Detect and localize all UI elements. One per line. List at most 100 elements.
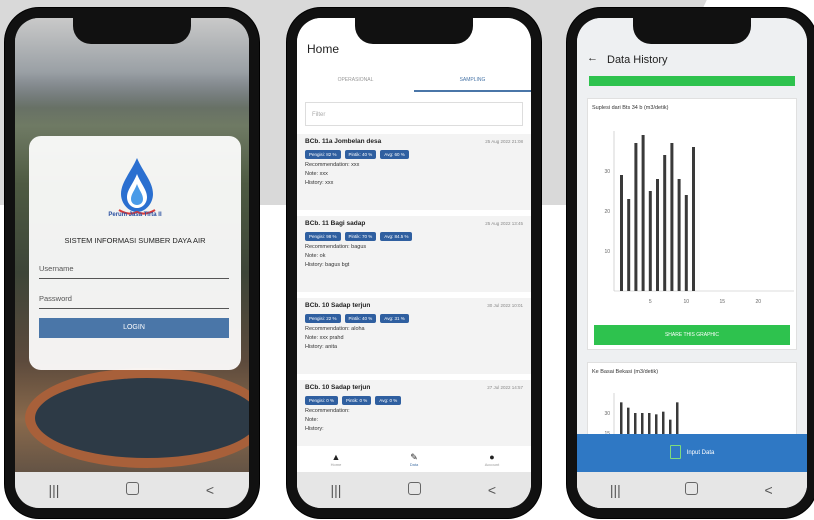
- page-title: Data History: [607, 54, 668, 66]
- filter-input[interactable]: Filter: [305, 102, 523, 126]
- chart-card-suplesi: Suplesi dari Bts 34 b (m3/detik) 10 20 30 5…: [587, 98, 797, 350]
- card-history: History: bagus bgt: [305, 262, 350, 268]
- card-recommendation: Recommendation: aloha: [305, 326, 365, 332]
- card-history: History:: [305, 426, 324, 432]
- status-badge: Pengisi: 82 %: [305, 150, 341, 159]
- card-date: 30 Jul 2022 10:01: [487, 303, 523, 308]
- home-phone: Home OPERASIONAL SAMPLING Filter BCb. 11…: [287, 8, 541, 518]
- x-tick-label: 5: [649, 299, 652, 305]
- card-recommendation: Recommendation: xxx: [305, 162, 360, 168]
- card-date: 27 Jul 2022 14:57: [487, 385, 523, 390]
- status-badge: Pintik: 40 %: [344, 314, 377, 323]
- login-phone: Perum Jasa Tirta II SISTEM INFORMASI SUM…: [5, 8, 259, 518]
- card-recommendation: Recommendation: bagus: [305, 244, 367, 250]
- login-card: Perum Jasa Tirta II SISTEM INFORMASI SUM…: [29, 136, 241, 370]
- password-field[interactable]: Password: [39, 292, 229, 309]
- card-history: History: xxx: [305, 180, 334, 186]
- brand-name: Perum Jasa Tirta II: [108, 212, 162, 218]
- pencil-icon: ✎: [410, 451, 418, 462]
- y-tick-label: 10: [604, 249, 610, 255]
- home-screen: Home OPERASIONAL SAMPLING Filter BCb. 11…: [297, 18, 531, 508]
- document-icon: [669, 445, 681, 460]
- chart-bar: [692, 147, 695, 291]
- history-phone: ← Data History Suplesi dari Bts 34 b (m3…: [567, 8, 814, 518]
- nav-label: Data: [409, 461, 419, 467]
- list-item[interactable]: BCb. 11a Jombelan desa 25 Aug 2022 21:08…: [297, 134, 531, 210]
- home-nav-icon[interactable]: [672, 482, 712, 498]
- status-badge: Pintik: 0 %: [342, 396, 372, 405]
- nav-label: Home: [330, 461, 342, 467]
- x-tick-label: 10: [684, 299, 690, 305]
- arrow-left-icon[interactable]: ←: [587, 52, 598, 64]
- input-data-label: Input Data: [686, 450, 715, 456]
- system-title: SISTEM INFORMASI SUMBER DAYA AIR: [64, 236, 206, 245]
- chart-bar: [627, 199, 631, 291]
- nav-label: Account: [484, 461, 500, 467]
- water-drop-logo-icon: [118, 158, 156, 215]
- y-tick-label: 30: [604, 411, 610, 417]
- share-graphic-button[interactable]: SHARE THIS GRAPHIC: [594, 325, 790, 345]
- status-badge: Pintik: 70 %: [344, 232, 377, 241]
- person-icon: ●: [489, 451, 495, 462]
- chart-bar: [648, 191, 652, 291]
- status-badge: Avg: 0 %: [375, 396, 402, 405]
- status-badge: Pengisi: 0 %: [305, 396, 339, 405]
- bar-chart-suplesi: 10 20 30 5 10 15 20: [604, 131, 794, 305]
- chart-bar: [684, 195, 688, 291]
- login-button[interactable]: LOGIN: [39, 318, 229, 338]
- x-tick-label: 20: [756, 299, 762, 305]
- card-note: Note: xxx: [305, 171, 328, 177]
- list-item[interactable]: BCb. 10 Sadap terjun 30 Jul 2022 10:01 P…: [297, 298, 531, 374]
- status-badge: Pengisi: 22 %: [305, 314, 341, 323]
- android-nav-bar: ||| <: [15, 472, 249, 508]
- nav-home[interactable]: ▲ Home: [316, 452, 356, 467]
- home-nav-icon[interactable]: [394, 482, 434, 498]
- card-date: 25 Aug 2022 13:45: [485, 221, 523, 226]
- card-note: Note:: [305, 417, 319, 423]
- chart-bar: [634, 143, 638, 291]
- recent-apps-icon[interactable]: |||: [595, 482, 635, 498]
- page-title: Home: [307, 42, 340, 56]
- tab-operasional[interactable]: OPERASIONAL: [297, 70, 414, 92]
- bottom-nav: ▲ Home ✎ Data ● Account: [297, 446, 531, 472]
- nav-account[interactable]: ● Account: [472, 452, 512, 467]
- recent-apps-icon[interactable]: |||: [316, 482, 356, 498]
- card-recommendation: Recommendation:: [305, 408, 350, 414]
- chart-title: Suplesi dari Bts 34 b (m3/detik): [592, 105, 669, 111]
- phone-notch: [633, 18, 751, 44]
- chart-bar: [656, 179, 659, 291]
- recent-apps-icon[interactable]: |||: [34, 482, 74, 498]
- back-nav-icon[interactable]: <: [472, 482, 512, 498]
- x-tick-label: 15: [720, 299, 726, 305]
- home-icon: ▲: [331, 451, 341, 462]
- nav-data[interactable]: ✎ Data: [394, 452, 434, 467]
- home-nav-icon[interactable]: [112, 482, 152, 498]
- tab-bar: OPERASIONAL SAMPLING: [297, 70, 531, 92]
- back-nav-icon[interactable]: <: [190, 482, 230, 498]
- status-badge: Pengisi: 98 %: [305, 232, 341, 241]
- status-badge: Avg: 84.5 %: [380, 232, 413, 241]
- tab-sampling[interactable]: SAMPLING: [414, 70, 531, 92]
- y-tick-label: 30: [604, 169, 610, 175]
- card-note: Note: ok: [305, 253, 326, 259]
- list-item[interactable]: BCb. 10 Sadap terjun 27 Jul 2022 14:57 P…: [297, 380, 531, 456]
- share-button-partial[interactable]: [589, 76, 795, 86]
- input-data-button[interactable]: Input Data: [577, 434, 807, 472]
- chart-bar: [677, 179, 681, 291]
- chart-title: Ke Basai Bekasi (m3/detik): [592, 369, 659, 375]
- login-screen: Perum Jasa Tirta II SISTEM INFORMASI SUM…: [15, 18, 249, 508]
- back-nav-icon[interactable]: <: [749, 482, 789, 498]
- status-badge: Avg: 60 %: [380, 150, 409, 159]
- card-history: History: anita: [305, 344, 338, 350]
- history-screen: ← Data History Suplesi dari Bts 34 b (m3…: [577, 18, 807, 508]
- chart-bar: [670, 143, 674, 291]
- chart-bar: [641, 135, 645, 291]
- android-nav-bar: ||| <: [297, 472, 531, 508]
- card-note: Note: xxx prahd: [305, 335, 344, 341]
- status-badge: Pintik: 40 %: [344, 150, 377, 159]
- chart-bar: [663, 155, 667, 291]
- list-item[interactable]: BCb. 11 Bagi sadap 25 Aug 2022 13:45 Pen…: [297, 216, 531, 292]
- sample-list: BCb. 11a Jombelan desa 25 Aug 2022 21:08…: [297, 134, 531, 462]
- android-nav-bar: ||| <: [577, 472, 807, 508]
- username-field[interactable]: Username: [39, 262, 229, 279]
